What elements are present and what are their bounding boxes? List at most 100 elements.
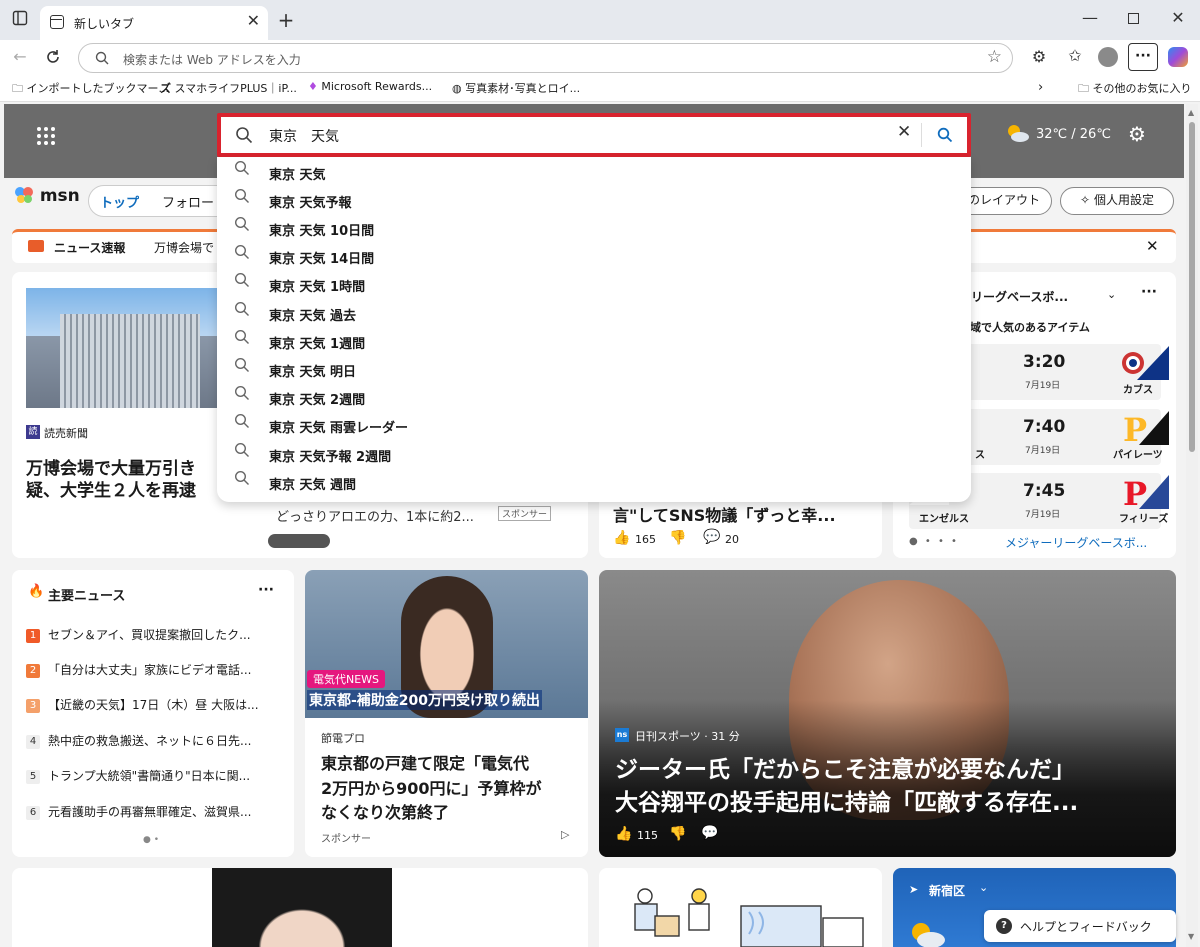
main-story-headline-line2[interactable]: 疑、大学生２人を再逮: [26, 476, 196, 501]
dislike-icon[interactable]: 👎: [669, 530, 686, 546]
suggestion-item[interactable]: 東京 天気 雨雲レーダー: [217, 411, 971, 439]
suggestion-item[interactable]: 東京 天気 明日: [217, 355, 971, 383]
breaking-close-icon[interactable]: ✕: [1146, 237, 1159, 255]
profile-avatar[interactable]: [1098, 47, 1118, 67]
settings-gear-icon[interactable]: ⚙: [1128, 122, 1146, 146]
hero-headline-line2[interactable]: 大谷翔平の投手起用に持論「匹敵する存在...: [615, 783, 1078, 817]
tab-new-tab[interactable]: 新しいタブ ✕: [40, 6, 268, 40]
nav-tab-top[interactable]: トップ: [100, 192, 139, 211]
ad-headline-line1[interactable]: 東京都の戸建て限定「電気代: [321, 750, 529, 774]
address-bar[interactable]: 検索または Web アドレスを入力 ☆: [78, 43, 1013, 73]
hero-headline-line1[interactable]: ジーター氏「だからこそ注意が必要なんだ」: [615, 750, 1075, 784]
pirates-logo-icon: P: [1117, 411, 1169, 449]
game-left-team: ス: [975, 450, 985, 461]
search-icon: [234, 357, 249, 372]
like-icon[interactable]: 👍: [615, 826, 632, 842]
top-news-more-icon[interactable]: ···: [258, 582, 274, 598]
tab-close-icon[interactable]: ✕: [247, 11, 260, 30]
top-news-item-3[interactable]: 3 【近畿の天気】17日（木）昼 大阪は...: [26, 696, 259, 713]
top-news-item-2[interactable]: 2 「自分は大丈夫」家族にビデオ電話...: [26, 661, 251, 678]
close-window-icon[interactable]: ✕: [1168, 8, 1188, 28]
help-feedback-button[interactable]: ? ヘルプとフィードバック: [984, 910, 1176, 942]
scroll-down-icon[interactable]: ▼: [1188, 932, 1194, 941]
sponsored-subtext[interactable]: どっさりアロエの力、1本に約2...: [276, 506, 474, 525]
mid-like-count: 165: [635, 533, 656, 546]
top-news-pager-dots[interactable]: ● •: [143, 835, 159, 845]
weather-cloud-icon: [907, 918, 947, 947]
bookmark-rewards[interactable]: ♦ Microsoft Rewards...: [308, 80, 432, 93]
search-submit-icon[interactable]: [937, 127, 953, 143]
msn-logo[interactable]: msn: [14, 186, 80, 212]
page-scrollbar[interactable]: ▲ ▼: [1186, 104, 1198, 947]
comment-icon[interactable]: 💬: [703, 529, 720, 545]
refresh-icon[interactable]: [44, 48, 64, 68]
suggestion-item[interactable]: 東京 天気 1時間: [217, 270, 971, 298]
scroll-up-icon[interactable]: ▲: [1188, 108, 1194, 117]
game-time: 3:20: [1023, 352, 1066, 372]
ad-headline-line3[interactable]: なくなり次第終了: [321, 799, 449, 823]
sports-link[interactable]: メジャーリーグベースボ...: [1005, 534, 1147, 551]
maximize-icon[interactable]: [1128, 13, 1139, 24]
mid-story-headline[interactable]: 言"してSNS物議「ずっと幸...: [613, 502, 836, 526]
web-search-box[interactable]: 東京 天気 ✕: [217, 113, 971, 157]
carousel-dots[interactable]: [268, 534, 330, 548]
suggestion-item[interactable]: 東京 天気 2週間: [217, 383, 971, 411]
mid-comment-count: 20: [725, 533, 739, 546]
top-news-title[interactable]: 主要ニュース: [48, 585, 125, 604]
ad-choices-icon[interactable]: ▷: [561, 828, 569, 841]
comment-icon[interactable]: 💬: [701, 825, 718, 841]
tab-actions-icon[interactable]: [10, 10, 30, 30]
suggestion-item[interactable]: 東京 天気予報 2週間: [217, 440, 971, 468]
top-news-item-5[interactable]: 5 トランプ大統領"書簡通り"日本に関...: [26, 767, 250, 784]
weather-temps[interactable]: 32℃ / 26℃: [1036, 127, 1111, 142]
like-icon[interactable]: 👍: [613, 530, 630, 546]
hero-story-card[interactable]: ns 日刊スポーツ · 31 分 ジーター氏「だからこそ注意が必要なんだ」 大谷…: [599, 570, 1176, 857]
bookmarks-overflow-chevron-icon[interactable]: ›: [1038, 80, 1043, 95]
bookmark-photo[interactable]: ◍ 写真素材･写真とロイ...: [452, 80, 580, 96]
nav-tab-follow[interactable]: フォロー: [162, 192, 214, 211]
search-suggestions: 東京 天気 東京 天気予報 東京 天気 10日間 東京 天気 14日間 東京 天…: [217, 157, 971, 502]
bottom-photo-card[interactable]: [12, 868, 588, 947]
apps-grid-icon[interactable]: [36, 126, 56, 146]
sports-chevron-icon[interactable]: ⌄: [1107, 288, 1116, 301]
sports-pager-dots[interactable]: ● • • •: [909, 536, 959, 547]
favorites-icon[interactable]: ✩: [1064, 46, 1086, 68]
top-news-item-4[interactable]: 4 熱中症の救急搬送、ネットに６日先...: [26, 732, 251, 749]
personalize-button[interactable]: ✧ 個人用設定: [1060, 187, 1174, 215]
more-menu-icon[interactable]: ···: [1128, 43, 1158, 71]
suggestion-item[interactable]: 東京 天気 10日間: [217, 214, 971, 242]
favorite-star-icon[interactable]: ☆: [987, 47, 1002, 67]
illustration-card[interactable]: [599, 868, 882, 947]
folder-icon: 🗀: [1078, 82, 1089, 95]
suggestion-item[interactable]: 東京 天気: [217, 158, 971, 186]
copilot-icon[interactable]: [1168, 47, 1188, 67]
new-tab-plus-icon[interactable]: +: [276, 10, 296, 30]
bookmark-other-favorites[interactable]: 🗀 その他のお気に入り: [1078, 80, 1192, 99]
scrollbar-thumb[interactable]: [1189, 122, 1195, 452]
top-news-item-6[interactable]: 6 元看護助手の再審無罪確定、滋賀県...: [26, 803, 251, 820]
dislike-icon[interactable]: 👎: [669, 826, 686, 842]
bookmark-smartlife[interactable]: ズ スマホライフPLUS｜iP...: [160, 80, 297, 96]
suggestion-item[interactable]: 東京 天気 週間: [217, 468, 971, 496]
suggestion-item[interactable]: 東京 天気予報: [217, 186, 971, 214]
breaking-news-text: 万博会場で: [154, 241, 215, 255]
bottom-person-hair: [212, 868, 392, 947]
back-icon[interactable]: ←: [10, 47, 30, 67]
location-chevron-icon[interactable]: ⌄: [979, 881, 988, 894]
location-name[interactable]: 新宿区: [929, 882, 965, 899]
bookmark-folder-import[interactable]: 🗀 インポートしたブックマー...: [12, 80, 169, 99]
search-query[interactable]: 東京 天気: [269, 126, 339, 146]
suggestion-item[interactable]: 東京 天気 過去: [217, 299, 971, 327]
search-icon: [234, 385, 249, 400]
ad-headline-line2[interactable]: 2万円から900円に」予算枠が: [321, 775, 542, 799]
minimize-icon[interactable]: —: [1080, 8, 1100, 28]
top-news-item-1[interactable]: 1 セブン＆アイ、買収提案撤回したク...: [26, 626, 251, 643]
clear-search-icon[interactable]: ✕: [897, 122, 911, 142]
game-team: フィリーズ: [1119, 514, 1169, 525]
suggestion-item[interactable]: 東京 天気 1週間: [217, 327, 971, 355]
extensions-icon[interactable]: ⚙: [1028, 47, 1050, 69]
sports-more-icon[interactable]: ···: [1141, 284, 1157, 300]
suggestion-item[interactable]: 東京 天気 14日間: [217, 242, 971, 270]
sports-title[interactable]: ーリーグベースボ...: [959, 288, 1068, 305]
ad-story-card[interactable]: 電気代NEWS 東京都-補助金200万円受け取り続出 節電プロ 東京都の戸建て限…: [305, 570, 588, 857]
